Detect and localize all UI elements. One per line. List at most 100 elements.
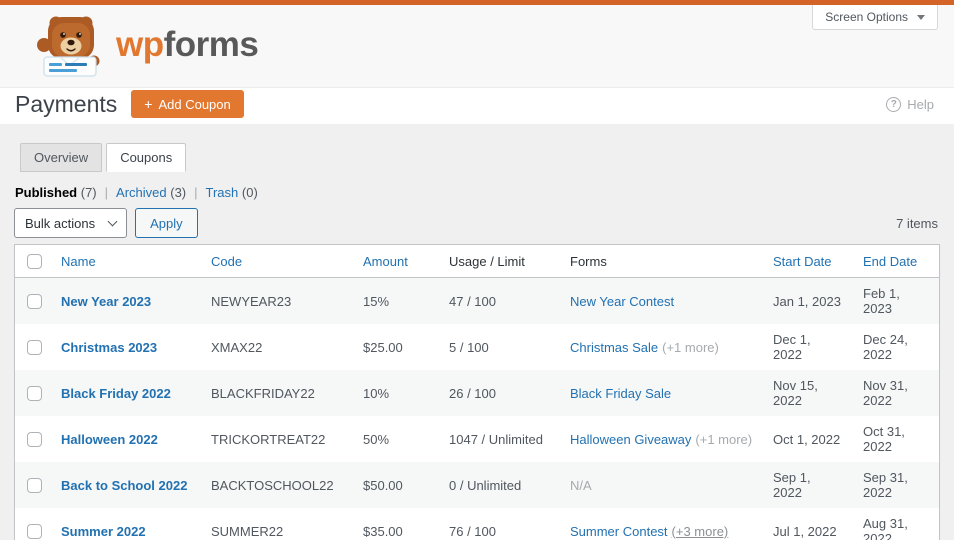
coupon-usage-cell: 0 / Unlimited (449, 477, 522, 493)
form-link[interactable]: Summer Contest (570, 524, 668, 539)
coupon-amount-cell: $50.00 (363, 477, 403, 493)
sort-name-header[interactable]: Name (61, 254, 96, 269)
coupon-name-cell: Halloween 2022 (51, 416, 201, 462)
coupon-amount-cell: $35.00 (363, 523, 403, 539)
form-na: N/A (570, 477, 592, 493)
coupon-code-cell: BACKTOSCHOOL22 (211, 477, 334, 493)
usage-limit-header: Usage / Limit (449, 253, 525, 269)
form-more-link[interactable]: (+1 more) (662, 340, 719, 355)
brand-forms: forms (163, 24, 259, 64)
page-title: Payments (15, 90, 118, 117)
coupon-end-date-cell: Oct 31, 2022 (863, 424, 905, 455)
help-link[interactable]: ? Help (886, 96, 934, 112)
coupon-start-date-cell: Nov 15, 2022 (773, 378, 818, 409)
coupon-code-cell: NEWYEAR23 (211, 293, 292, 309)
page-header-bar: Payments + Add Coupon ? Help (0, 88, 954, 124)
bulk-actions-select[interactable]: Bulk actions (14, 208, 128, 238)
coupon-start-date-cell: Dec 1, 2022 (773, 332, 811, 363)
table-row: Back to School 2022 BACKTOSCHOOL22 $50.00 0… (15, 462, 939, 509)
coupon-forms-cell: Black Friday Sale (560, 370, 763, 416)
help-label: Help (907, 96, 934, 112)
coupon-forms-cell: New Year Contest (560, 278, 763, 324)
coupons-table: Name Code Amount Usage / Limit Forms Sta… (14, 244, 940, 540)
brand-wp: wp (116, 24, 164, 64)
coupon-start-date-cell: Jul 1, 2022 (773, 523, 837, 539)
row-checkbox[interactable] (27, 386, 42, 402)
screen-options-label: Screen Options (825, 10, 908, 24)
coupon-end-date-cell: Dec 24, 2022 (863, 332, 908, 363)
coupon-name-link[interactable]: Halloween 2022 (61, 432, 158, 447)
items-count: 7 items (896, 215, 938, 231)
apply-button[interactable]: Apply (135, 208, 198, 238)
screen-options-button[interactable]: Screen Options (812, 5, 938, 30)
sort-code-header[interactable]: Code (211, 254, 242, 269)
coupon-name-cell: Christmas 2023 (51, 324, 201, 370)
form-more-link[interactable]: (+3 more) (672, 524, 729, 539)
tab-overview[interactable]: Overview (20, 143, 103, 172)
sort-amount-header[interactable]: Amount (363, 254, 408, 269)
payments-tabs: Overview Coupons (20, 143, 940, 172)
wpforms-header: wpforms (0, 5, 954, 88)
coupon-end-date-cell: Feb 1, 2023 (863, 286, 900, 317)
coupon-forms-cell: Christmas Sale (+1 more) (560, 324, 763, 370)
coupon-name-cell: Back to School 2022 (51, 462, 201, 508)
chevron-down-icon (107, 216, 118, 226)
filter-archived[interactable]: Archived (3) (116, 185, 186, 200)
form-link[interactable]: Christmas Sale (570, 340, 658, 355)
toolbar-top: Bulk actions Apply 7 items (14, 208, 940, 238)
coupon-name-link[interactable]: Back to School 2022 (61, 478, 187, 493)
form-link[interactable]: Black Friday Sale (570, 386, 671, 401)
coupon-name-link[interactable]: Christmas 2023 (61, 340, 157, 355)
question-mark-icon: ? (886, 96, 902, 112)
form-more-link[interactable]: (+1 more) (695, 432, 752, 447)
row-checkbox[interactable] (27, 340, 42, 356)
sort-start-date-header[interactable]: Start Date (773, 254, 832, 269)
coupon-end-date-cell: Aug 31, 2022 (863, 516, 908, 540)
coupon-usage-cell: 76 / 100 (449, 523, 496, 539)
coupon-start-date-cell: Jan 1, 2023 (773, 293, 841, 309)
coupon-name-cell: New Year 2023 (51, 278, 201, 324)
coupon-start-date-cell: Sep 1, 2022 (773, 470, 811, 501)
table-row: Halloween 2022 TRICKORTREAT22 50% 1047 / Un… (15, 416, 939, 462)
coupons-table-body: New Year 2023 NEWYEAR23 15% 47 / 100 New Yea… (15, 278, 939, 540)
coupon-usage-cell: 26 / 100 (449, 385, 496, 401)
tab-coupons[interactable]: Coupons (106, 143, 187, 172)
table-row: Christmas 2023 XMAX22 $25.00 5 / 100 Christm… (15, 324, 939, 370)
filter-trash[interactable]: Trash (0) (206, 185, 258, 200)
row-checkbox[interactable] (27, 478, 42, 494)
row-checkbox[interactable] (27, 294, 42, 310)
coupon-usage-cell: 5 / 100 (449, 339, 489, 355)
coupon-start-date-cell: Oct 1, 2022 (773, 431, 841, 447)
row-checkbox[interactable] (27, 432, 42, 448)
sort-end-date-header[interactable]: End Date (863, 254, 917, 269)
status-filter-links: Published (7) | Archived (3) | Trash (0) (15, 185, 940, 200)
form-link[interactable]: New Year Contest (570, 294, 674, 309)
coupon-name-cell: Black Friday 2022 (51, 370, 201, 416)
coupon-code-cell: XMAX22 (211, 339, 263, 355)
coupon-end-date-cell: Nov 31, 2022 (863, 378, 908, 409)
coupon-name-link[interactable]: New Year 2023 (61, 294, 151, 309)
filter-published[interactable]: Published (7) (15, 185, 97, 200)
wpforms-logo: wpforms (36, 13, 259, 79)
table-header-row: Name Code Amount Usage / Limit Forms Sta… (15, 245, 939, 279)
coupon-name-cell: Summer 2022 (51, 508, 201, 540)
coupon-amount-cell: 15% (363, 293, 390, 309)
coupon-name-link[interactable]: Black Friday 2022 (61, 386, 171, 401)
coupon-code-cell: SUMMER22 (211, 523, 284, 539)
bulk-actions-value: Bulk actions (25, 215, 96, 231)
row-checkbox[interactable] (27, 524, 42, 540)
add-coupon-button[interactable]: + Add Coupon (131, 90, 244, 118)
plus-icon: + (144, 96, 153, 112)
coupon-usage-cell: 47 / 100 (449, 293, 496, 309)
coupon-forms-cell: Summer Contest (+3 more) (560, 508, 763, 540)
select-all-checkbox[interactable] (27, 254, 42, 270)
bear-mascot-icon (37, 16, 100, 77)
table-row: New Year 2023 NEWYEAR23 15% 47 / 100 New Yea… (15, 278, 939, 325)
coupon-forms-cell: N/A (560, 462, 763, 508)
coupon-usage-cell: 1047 / Unlimited (449, 431, 543, 447)
coupon-forms-cell: Halloween Giveaway (+1 more) (560, 416, 763, 462)
coupon-name-link[interactable]: Summer 2022 (61, 524, 146, 539)
form-link[interactable]: Halloween Giveaway (570, 432, 691, 447)
table-row: Black Friday 2022 BLACKFRIDAY22 10% 26 / 10… (15, 370, 939, 417)
coupon-amount-cell: $25.00 (363, 339, 403, 355)
